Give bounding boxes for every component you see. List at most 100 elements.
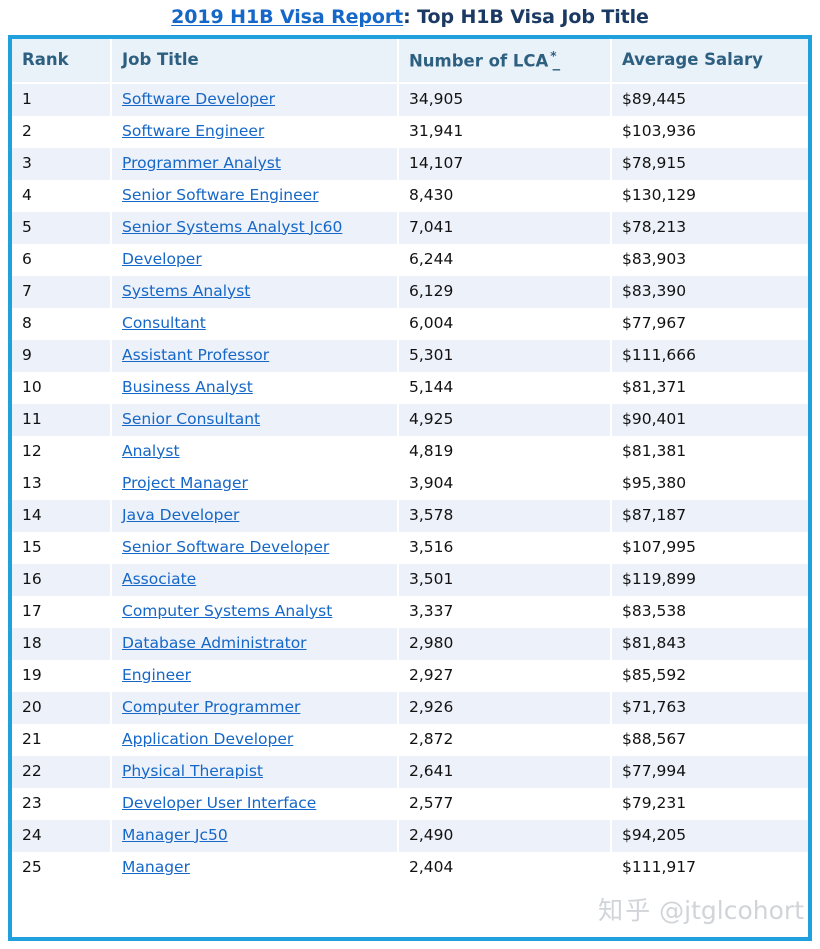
- cell-rank: 25: [12, 851, 112, 884]
- cell-average-salary: $77,967: [611, 307, 808, 340]
- cell-job-title: Developer User Interface: [111, 787, 399, 820]
- cell-rank: 18: [12, 627, 112, 660]
- cell-job-title: Programmer Analyst: [111, 147, 399, 180]
- table-row: 23 Developer User Interface 2,577 $79,231: [12, 787, 808, 820]
- cell-rank: 11: [12, 403, 112, 436]
- cell-rank: 8: [12, 307, 112, 340]
- cell-number-of-lca: 2,577: [398, 787, 612, 820]
- sort-indicator-icon[interactable]: _: [553, 53, 561, 71]
- cell-number-of-lca: 2,404: [398, 851, 612, 884]
- table-row: 19 Engineer 2,927 $85,592: [12, 659, 808, 692]
- cell-average-salary: $130,129: [611, 179, 808, 212]
- cell-average-salary: $88,567: [611, 723, 808, 756]
- cell-average-salary: $83,903: [611, 243, 808, 276]
- cell-job-title: Engineer: [111, 659, 399, 692]
- table-row: 16 Associate 3,501 $119,899: [12, 563, 808, 596]
- cell-number-of-lca: 2,490: [398, 819, 612, 852]
- cell-average-salary: $107,995: [611, 531, 808, 564]
- cell-rank: 24: [12, 819, 112, 852]
- job-title-link[interactable]: Software Engineer: [122, 122, 264, 140]
- column-header-label: Number of LCA: [409, 51, 549, 71]
- cell-job-title: Project Manager: [111, 467, 399, 500]
- cell-job-title: Business Analyst: [111, 371, 399, 404]
- cell-number-of-lca: 14,107: [398, 147, 612, 180]
- cell-average-salary: $111,666: [611, 339, 808, 372]
- job-title-link[interactable]: Manager Jc50: [122, 826, 228, 844]
- job-title-link[interactable]: Database Administrator: [122, 634, 307, 652]
- cell-average-salary: $81,371: [611, 371, 808, 404]
- cell-job-title: Systems Analyst: [111, 275, 399, 308]
- job-title-link[interactable]: Developer: [122, 250, 202, 268]
- cell-rank: 3: [12, 147, 112, 180]
- cell-rank: 4: [12, 179, 112, 212]
- job-title-link[interactable]: Systems Analyst: [122, 282, 250, 300]
- job-title-link[interactable]: Physical Therapist: [122, 762, 263, 780]
- cell-rank: 22: [12, 755, 112, 788]
- cell-number-of-lca: 4,819: [398, 435, 612, 468]
- report-title-link[interactable]: 2019 H1B Visa Report: [171, 6, 403, 28]
- column-header-average_salary[interactable]: Average Salary: [611, 39, 808, 83]
- table-row: 13 Project Manager 3,904 $95,380: [12, 467, 808, 500]
- table-row: 2 Software Engineer 31,941 $103,936: [12, 115, 808, 148]
- job-title-link[interactable]: Programmer Analyst: [122, 154, 281, 172]
- cell-job-title: Senior Consultant: [111, 403, 399, 436]
- cell-number-of-lca: 6,004: [398, 307, 612, 340]
- table-row: 9 Assistant Professor 5,301 $111,666: [12, 339, 808, 372]
- job-title-link[interactable]: Project Manager: [122, 474, 248, 492]
- cell-average-salary: $77,994: [611, 755, 808, 788]
- cell-number-of-lca: 2,872: [398, 723, 612, 756]
- cell-job-title: Senior Software Engineer: [111, 179, 399, 212]
- job-title-link[interactable]: Business Analyst: [122, 378, 253, 396]
- cell-job-title: Software Engineer: [111, 115, 399, 148]
- job-title-link[interactable]: Engineer: [122, 666, 191, 684]
- job-title-link[interactable]: Analyst: [122, 442, 180, 460]
- cell-job-title: Physical Therapist: [111, 755, 399, 788]
- job-title-link[interactable]: Assistant Professor: [122, 346, 269, 364]
- job-title-link[interactable]: Senior Consultant: [122, 410, 260, 428]
- cell-number-of-lca: 6,244: [398, 243, 612, 276]
- job-title-link[interactable]: Associate: [122, 570, 196, 588]
- column-header-rank[interactable]: Rank: [12, 39, 112, 83]
- page-title: 2019 H1B Visa Report: Top H1B Visa Job T…: [0, 0, 820, 35]
- job-title-link[interactable]: Software Developer: [122, 90, 275, 108]
- job-title-link[interactable]: Java Developer: [122, 506, 239, 524]
- cell-rank: 17: [12, 595, 112, 628]
- job-title-link[interactable]: Senior Software Developer: [122, 538, 329, 556]
- job-title-link[interactable]: Senior Systems Analyst Jc60: [122, 218, 342, 236]
- page-title-suffix: : Top H1B Visa Job Title: [403, 6, 649, 28]
- cell-job-title: Developer: [111, 243, 399, 276]
- job-title-link[interactable]: Consultant: [122, 314, 206, 332]
- job-title-link[interactable]: Developer User Interface: [122, 794, 316, 812]
- cell-number-of-lca: 4,925: [398, 403, 612, 436]
- table-row: 10 Business Analyst 5,144 $81,371: [12, 371, 808, 404]
- cell-average-salary: $78,915: [611, 147, 808, 180]
- cell-job-title: Computer Systems Analyst: [111, 595, 399, 628]
- table-row: 12 Analyst 4,819 $81,381: [12, 435, 808, 468]
- cell-rank: 7: [12, 275, 112, 308]
- cell-number-of-lca: 3,516: [398, 531, 612, 564]
- cell-number-of-lca: 2,927: [398, 659, 612, 692]
- cell-job-title: Associate: [111, 563, 399, 596]
- job-title-link[interactable]: Application Developer: [122, 730, 293, 748]
- cell-job-title: Application Developer: [111, 723, 399, 756]
- column-header-job_title[interactable]: Job Title: [111, 39, 399, 83]
- table-row: 14 Java Developer 3,578 $87,187: [12, 499, 808, 532]
- table-body: 1 Software Developer 34,905 $89,445 2 Softwar…: [12, 82, 808, 884]
- table-row: 17 Computer Systems Analyst 3,337 $83,538: [12, 595, 808, 628]
- job-title-link[interactable]: Senior Software Engineer: [122, 186, 319, 204]
- table-row: 11 Senior Consultant 4,925 $90,401: [12, 403, 808, 436]
- cell-number-of-lca: 2,980: [398, 627, 612, 660]
- table-header: Rank Job Title Number of LCA *_ Average Sala…: [12, 39, 808, 83]
- cell-job-title: Senior Software Developer: [111, 531, 399, 564]
- cell-job-title: Manager Jc50: [111, 819, 399, 852]
- cell-average-salary: $119,899: [611, 563, 808, 596]
- h1b-job-title-table: Rank Job Title Number of LCA *_ Average Sala…: [12, 39, 808, 884]
- job-title-link[interactable]: Computer Programmer: [122, 698, 300, 716]
- column-header-number_of_lca[interactable]: Number of LCA *_: [398, 39, 612, 83]
- job-title-link[interactable]: Computer Systems Analyst: [122, 602, 332, 620]
- cell-number-of-lca: 3,501: [398, 563, 612, 596]
- cell-average-salary: $71,763: [611, 691, 808, 724]
- cell-number-of-lca: 3,904: [398, 467, 612, 500]
- cell-job-title: Software Developer: [111, 82, 399, 116]
- job-title-link[interactable]: Manager: [122, 858, 190, 876]
